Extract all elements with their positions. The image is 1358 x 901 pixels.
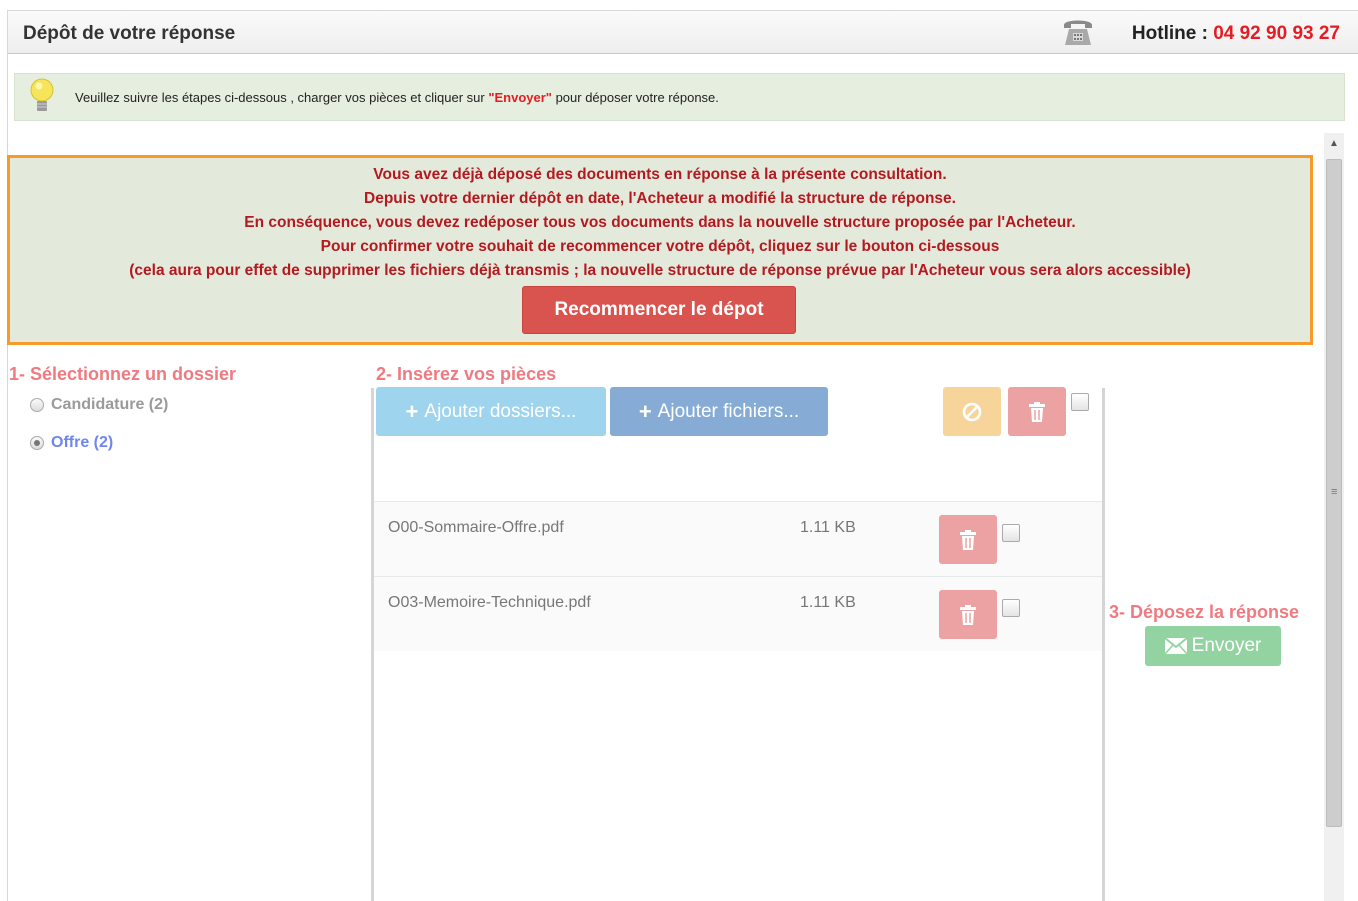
folder-option-label: Candidature (2) bbox=[51, 396, 169, 413]
add-folders-button[interactable]: + Ajouter dossiers... bbox=[376, 387, 606, 436]
folder-option-candidature[interactable]: Candidature (2) bbox=[30, 396, 168, 414]
trash-icon bbox=[1029, 401, 1045, 422]
hotline-number: 04 92 90 93 27 bbox=[1213, 23, 1340, 44]
warning-line: Pour confirmer votre souhait de recommen… bbox=[320, 238, 1000, 255]
instructions-part-2: pour déposer votre réponse. bbox=[551, 90, 719, 105]
radio-button[interactable] bbox=[30, 398, 44, 412]
cancel-upload-button[interactable] bbox=[943, 387, 1001, 436]
send-button[interactable]: Envoyer bbox=[1145, 626, 1281, 666]
warning-line: (cela aura pour effet de supprimer les f… bbox=[129, 262, 1191, 279]
file-size: 1.11 KB bbox=[800, 594, 856, 611]
file-name: O03-Memoire-Technique.pdf bbox=[388, 594, 591, 611]
file-name: O00-Sommaire-Offre.pdf bbox=[388, 519, 564, 536]
lightbulb-icon bbox=[30, 78, 54, 111]
scroll-up-arrow-icon[interactable]: ▲ bbox=[1324, 133, 1344, 155]
select-all-checkbox[interactable] bbox=[1071, 393, 1089, 411]
telephone-icon bbox=[1064, 20, 1092, 45]
hotline: Hotline : 04 92 90 93 27 bbox=[1132, 23, 1340, 45]
plus-icon: + bbox=[405, 398, 419, 424]
file-row: O03-Memoire-Technique.pdf 1.11 KB bbox=[374, 576, 1102, 651]
file-checkbox[interactable] bbox=[1002, 599, 1020, 617]
instructions-text: Veuillez suivre les étapes ci-dessous , … bbox=[75, 90, 719, 105]
warning-line: Vous avez déjà déposé des documents en r… bbox=[373, 166, 947, 183]
instructions-emphasis: "Envoyer" bbox=[488, 90, 552, 105]
page-header: Dépôt de votre réponse Hotline : 04 92 9… bbox=[8, 11, 1358, 54]
warning-line: En conséquence, vous devez redéposer tou… bbox=[244, 214, 1076, 231]
step1-title: 1- Sélectionnez un dossier bbox=[9, 364, 237, 384]
add-folders-label: Ajouter dossiers... bbox=[424, 400, 577, 422]
instructions-bar: Veuillez suivre les étapes ci-dessous , … bbox=[14, 73, 1345, 121]
page-title: Dépôt de votre réponse bbox=[23, 23, 236, 44]
file-size: 1.11 KB bbox=[800, 519, 856, 536]
file-row: O00-Sommaire-Offre.pdf 1.11 KB bbox=[374, 501, 1102, 576]
plus-icon: + bbox=[638, 398, 652, 424]
step2-title: 2- Insérez vos pièces bbox=[376, 364, 557, 384]
add-files-label: Ajouter fichiers... bbox=[657, 400, 800, 422]
add-files-button[interactable]: + Ajouter fichiers... bbox=[610, 387, 828, 436]
hotline-label: Hotline : bbox=[1131, 23, 1214, 44]
warning-line: Depuis votre dernier dépôt en date, l'Ac… bbox=[364, 190, 956, 207]
step3-title: 3- Déposez la réponse bbox=[1109, 602, 1300, 622]
ban-icon bbox=[962, 402, 982, 421]
radio-button-checked[interactable] bbox=[30, 436, 44, 450]
instructions-part-1: Veuillez suivre les étapes ci-dessous , … bbox=[75, 90, 489, 105]
delete-selected-button[interactable] bbox=[1008, 387, 1066, 436]
restart-deposit-button[interactable]: Recommencer le dépot bbox=[522, 286, 796, 334]
delete-file-button[interactable] bbox=[939, 590, 997, 639]
restructure-warning: Vous avez déjà déposé des documents en r… bbox=[7, 155, 1313, 345]
send-label: Envoyer bbox=[1191, 635, 1262, 656]
folder-option-offre[interactable]: Offre (2) bbox=[30, 434, 113, 452]
delete-file-button[interactable] bbox=[939, 515, 997, 564]
trash-icon bbox=[960, 529, 976, 550]
file-checkbox[interactable] bbox=[1002, 524, 1020, 542]
scroll-thumb[interactable]: ≡ bbox=[1326, 159, 1342, 827]
folder-option-label: Offre (2) bbox=[51, 434, 114, 451]
vertical-scrollbar[interactable]: ▲ ≡ bbox=[1324, 133, 1344, 901]
envelope-icon bbox=[1164, 638, 1187, 654]
scroll-grip-icon: ≡ bbox=[1331, 486, 1338, 498]
trash-icon bbox=[960, 604, 976, 625]
